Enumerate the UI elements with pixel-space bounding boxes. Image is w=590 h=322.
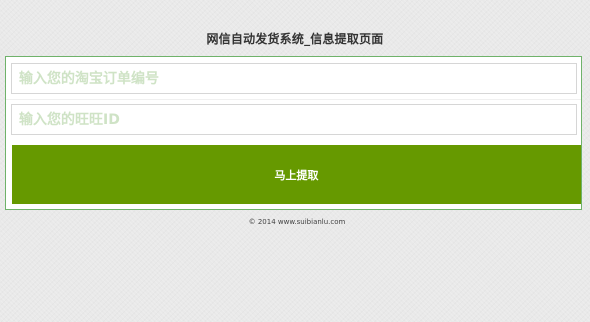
extract-button[interactable]: 马上提取 [12, 145, 581, 204]
extraction-form: 马上提取 [5, 56, 582, 210]
page-title: 网信自动发货系统_信息提取页面 [206, 32, 384, 46]
order-number-input[interactable] [11, 63, 577, 94]
footer-copyright: © 2014 www.suibianlu.com [248, 218, 346, 226]
field-divider [6, 99, 581, 100]
wangwang-id-input[interactable] [11, 104, 577, 135]
